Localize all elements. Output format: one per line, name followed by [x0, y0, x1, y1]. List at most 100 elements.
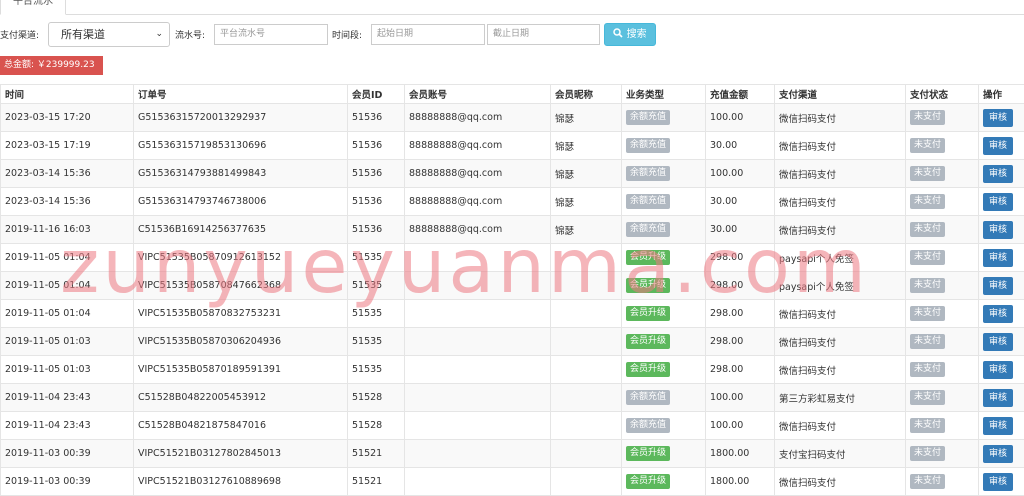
table-row: 2019-11-04 23:43C51528B04822005453912515…	[1, 384, 1024, 412]
business-type-badge: 会员升级	[626, 278, 670, 293]
cell-uid: 51535	[348, 328, 405, 356]
review-button[interactable]: 审核	[983, 389, 1013, 407]
cell-uid: 51535	[348, 356, 405, 384]
cell-status: 未支付	[906, 188, 979, 216]
review-button[interactable]: 审核	[983, 445, 1013, 463]
cell-account: 88888888@qq.com	[405, 160, 551, 188]
cell-type: 会员升级	[622, 356, 706, 384]
cell-channel: 微信扫码支付	[775, 356, 906, 384]
column-header: 操作	[979, 85, 1024, 104]
review-button[interactable]: 审核	[983, 165, 1013, 183]
cell-amount: 100.00	[706, 384, 775, 412]
review-button[interactable]: 审核	[983, 193, 1013, 211]
cell-action: 审核	[979, 468, 1024, 496]
cell-nick: 锦瑟	[551, 104, 622, 132]
status-badge: 未支付	[910, 222, 945, 237]
tab-bar: 平台流水	[0, 0, 1024, 15]
uid-text: 51535	[352, 336, 382, 347]
time-range-label: 时间段:	[332, 28, 362, 41]
cell-time: 2023-03-14 15:36	[1, 160, 134, 188]
table-row: 2019-11-03 00:39VIPC51521B03127802845013…	[1, 440, 1024, 468]
review-button[interactable]: 审核	[983, 221, 1013, 239]
business-type-badge: 余额充值	[626, 390, 670, 405]
review-button[interactable]: 审核	[983, 473, 1013, 491]
cell-channel: 微信扫码支付	[775, 216, 906, 244]
cell-order: VIPC51535B05870847662368	[134, 272, 348, 300]
time-text: 2023-03-15 17:19	[5, 140, 91, 151]
channel-select[interactable]: 所有渠道 ⌄	[48, 22, 170, 47]
review-button[interactable]: 审核	[983, 277, 1013, 295]
cell-nick	[551, 328, 622, 356]
table-row: 2019-11-05 01:04VIPC51535B05870912613152…	[1, 244, 1024, 272]
search-button[interactable]: 搜索	[604, 23, 656, 46]
cell-action: 审核	[979, 356, 1024, 384]
cell-type: 余额充值	[622, 160, 706, 188]
cell-status: 未支付	[906, 356, 979, 384]
review-button[interactable]: 审核	[983, 109, 1013, 127]
cell-nick	[551, 384, 622, 412]
business-type-badge: 会员升级	[626, 306, 670, 321]
cell-status: 未支付	[906, 412, 979, 440]
search-icon	[613, 28, 623, 38]
business-type-badge: 余额充值	[626, 222, 670, 237]
uid-text: 51536	[352, 140, 382, 151]
cell-time: 2019-11-03 00:39	[1, 468, 134, 496]
table-header-row: 时间订单号会员ID会员账号会员昵称业务类型充值金额支付渠道支付状态操作	[1, 85, 1024, 104]
business-type-badge: 会员升级	[626, 474, 670, 489]
time-text: 2019-11-16 16:03	[5, 224, 91, 235]
cell-nick	[551, 440, 622, 468]
column-header: 会员ID	[348, 85, 405, 104]
cell-type: 余额充值	[622, 412, 706, 440]
cell-action: 审核	[979, 412, 1024, 440]
cell-action: 审核	[979, 384, 1024, 412]
cell-amount: 298.00	[706, 300, 775, 328]
cell-action: 审核	[979, 440, 1024, 468]
review-button[interactable]: 审核	[983, 417, 1013, 435]
amount-text: 298.00	[710, 280, 743, 291]
time-text: 2023-03-14 15:36	[5, 168, 91, 179]
review-button[interactable]: 审核	[983, 305, 1013, 323]
review-button[interactable]: 审核	[983, 249, 1013, 267]
status-badge: 未支付	[910, 166, 945, 181]
amount-text: 298.00	[710, 364, 743, 375]
cell-status: 未支付	[906, 160, 979, 188]
channel-text: paysapi个人免签	[779, 254, 854, 265]
business-type-badge: 余额充值	[626, 110, 670, 125]
channel-text: 微信扫码支付	[779, 198, 836, 209]
review-button[interactable]: 审核	[983, 361, 1013, 379]
cell-uid: 51536	[348, 104, 405, 132]
account-text: 88888888@qq.com	[409, 168, 502, 179]
nick-text: 锦瑟	[555, 142, 574, 153]
transactions-table: 时间订单号会员ID会员账号会员昵称业务类型充值金额支付渠道支付状态操作 2023…	[0, 84, 1024, 496]
order-text: VIPC51535B05870832753231	[138, 308, 281, 319]
order-text: VIPC51535B05870306204936	[138, 336, 281, 347]
account-text: 88888888@qq.com	[409, 140, 502, 151]
review-button[interactable]: 审核	[983, 333, 1013, 351]
cell-action: 审核	[979, 216, 1024, 244]
cell-amount: 1800.00	[706, 440, 775, 468]
channel-text: 微信扫码支付	[779, 114, 836, 125]
channel-text: 微信扫码支付	[779, 310, 836, 321]
cell-channel: 第三方彩虹易支付	[775, 384, 906, 412]
cell-action: 审核	[979, 188, 1024, 216]
cell-time: 2019-11-04 23:43	[1, 412, 134, 440]
column-header: 充值金额	[706, 85, 775, 104]
cell-amount: 298.00	[706, 356, 775, 384]
end-date-input[interactable]: 截止日期	[487, 24, 600, 45]
cell-action: 审核	[979, 244, 1024, 272]
cell-account	[405, 440, 551, 468]
cell-type: 会员升级	[622, 468, 706, 496]
order-text: G51536315719853130696	[138, 140, 266, 151]
tab-platform-flow[interactable]: 平台流水	[0, 0, 66, 15]
cell-nick	[551, 468, 622, 496]
cell-uid: 51528	[348, 412, 405, 440]
review-button[interactable]: 审核	[983, 137, 1013, 155]
table-row: 2019-11-05 01:03VIPC51535B05870189591391…	[1, 356, 1024, 384]
cell-uid: 51521	[348, 468, 405, 496]
nick-text: 锦瑟	[555, 226, 574, 237]
uid-text: 51521	[352, 448, 382, 459]
start-date-input[interactable]: 起始日期	[371, 24, 485, 45]
cell-channel: 微信扫码支付	[775, 132, 906, 160]
serial-input[interactable]: 平台流水号	[214, 24, 328, 45]
column-header: 会员昵称	[551, 85, 622, 104]
